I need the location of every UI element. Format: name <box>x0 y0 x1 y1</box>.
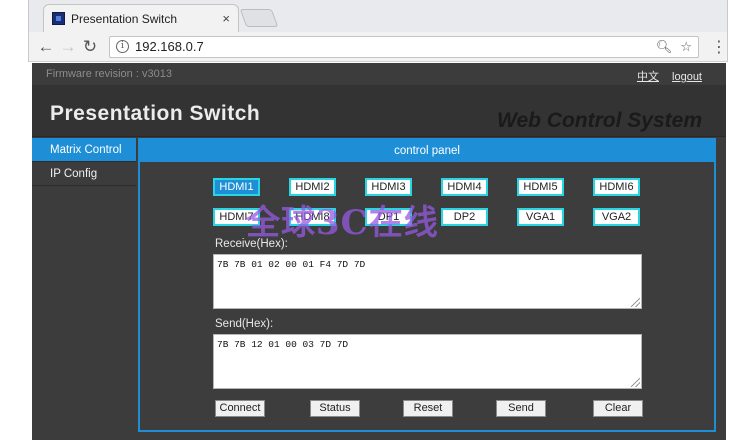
source-button-hdmi7[interactable]: HDMI7 <box>213 208 260 226</box>
tab-title: Presentation Switch <box>71 11 178 26</box>
forward-arrow-icon[interactable]: → <box>57 37 79 57</box>
menu-icon[interactable]: ⋮ <box>711 37 727 57</box>
browser-toolbar: ← → ↻ i 192.168.0.7 🔍︎ ☆ ⋮ <box>29 32 727 62</box>
source-button-dp2[interactable]: DP2 <box>441 208 488 226</box>
web-page: Firmware revision : v3013 中文 logout Pres… <box>32 63 726 440</box>
web-control-title: Web Control System <box>497 109 702 132</box>
url-text[interactable]: 192.168.0.7 <box>135 39 648 54</box>
source-button-row-2: HDMI7 HDMI8 DP1 DP2 VGA1 VGA2 <box>213 208 640 226</box>
sidebar-item-ip-config[interactable]: IP Config <box>32 162 136 186</box>
source-button-vga2[interactable]: VGA2 <box>593 208 640 226</box>
send-button[interactable]: Send <box>496 400 546 417</box>
browser-window: Presentation Switch × ← → ↻ i 192.168.0.… <box>28 0 728 62</box>
connect-button[interactable]: Connect <box>215 400 265 417</box>
clear-button[interactable]: Clear <box>593 400 643 417</box>
reload-icon[interactable]: ↻ <box>79 37 101 57</box>
new-tab-button[interactable] <box>239 9 279 27</box>
panel-title: control panel <box>140 140 714 162</box>
resize-grip-icon[interactable] <box>631 298 640 307</box>
source-button-hdmi1[interactable]: HDMI1 <box>213 178 260 196</box>
source-button-hdmi4[interactable]: HDMI4 <box>441 178 488 196</box>
source-button-hdmi3[interactable]: HDMI3 <box>365 178 412 196</box>
source-button-dp1[interactable]: DP1 <box>365 208 412 226</box>
source-button-hdmi6[interactable]: HDMI6 <box>593 178 640 196</box>
control-panel: control panel HDMI1 HDMI2 HDMI3 HDMI4 HD… <box>138 138 716 432</box>
top-bar: Firmware revision : v3013 中文 logout <box>32 63 726 85</box>
star-icon[interactable]: ☆ <box>680 39 692 55</box>
page-title: Presentation Switch <box>50 102 261 125</box>
send-textarea[interactable]: 7B 7B 12 01 00 03 7D 7D <box>213 334 642 389</box>
source-button-vga1[interactable]: VGA1 <box>517 208 564 226</box>
source-button-row-1: HDMI1 HDMI2 HDMI3 HDMI4 HDMI5 HDMI6 <box>213 178 640 196</box>
favicon-icon <box>52 12 65 25</box>
zoom-icon[interactable]: 🔍︎ <box>656 39 673 55</box>
tab-close-icon[interactable]: × <box>222 11 230 26</box>
page-header: Presentation Switch Web Control System <box>32 85 726 137</box>
sidebar: Matrix Control IP Config <box>32 138 136 440</box>
back-arrow-icon[interactable]: ← <box>35 37 57 57</box>
firmware-revision: Firmware revision : v3013 <box>46 68 172 80</box>
send-value: 7B 7B 12 01 00 03 7D 7D <box>217 339 349 350</box>
receive-value: 7B 7B 01 02 00 01 F4 7D 7D <box>217 259 366 270</box>
logout-link[interactable]: logout <box>672 71 702 83</box>
send-label: Send(Hex): <box>215 318 274 330</box>
receive-label: Receive(Hex): <box>215 238 288 250</box>
resize-grip-icon[interactable] <box>631 378 640 387</box>
receive-textarea[interactable]: 7B 7B 01 02 00 01 F4 7D 7D <box>213 254 642 309</box>
address-bar[interactable]: i 192.168.0.7 🔍︎ ☆ <box>109 35 699 58</box>
language-link[interactable]: 中文 <box>637 71 659 83</box>
sidebar-item-matrix-control[interactable]: Matrix Control <box>32 138 136 162</box>
info-icon[interactable]: i <box>116 40 129 53</box>
reset-button[interactable]: Reset <box>403 400 453 417</box>
status-button[interactable]: Status <box>310 400 360 417</box>
source-button-hdmi8[interactable]: HDMI8 <box>289 208 336 226</box>
source-button-hdmi5[interactable]: HDMI5 <box>517 178 564 196</box>
source-button-hdmi2[interactable]: HDMI2 <box>289 178 336 196</box>
browser-tab[interactable]: Presentation Switch × <box>43 4 239 32</box>
top-links: 中文 logout <box>627 68 702 84</box>
tab-strip: Presentation Switch × <box>29 0 727 32</box>
